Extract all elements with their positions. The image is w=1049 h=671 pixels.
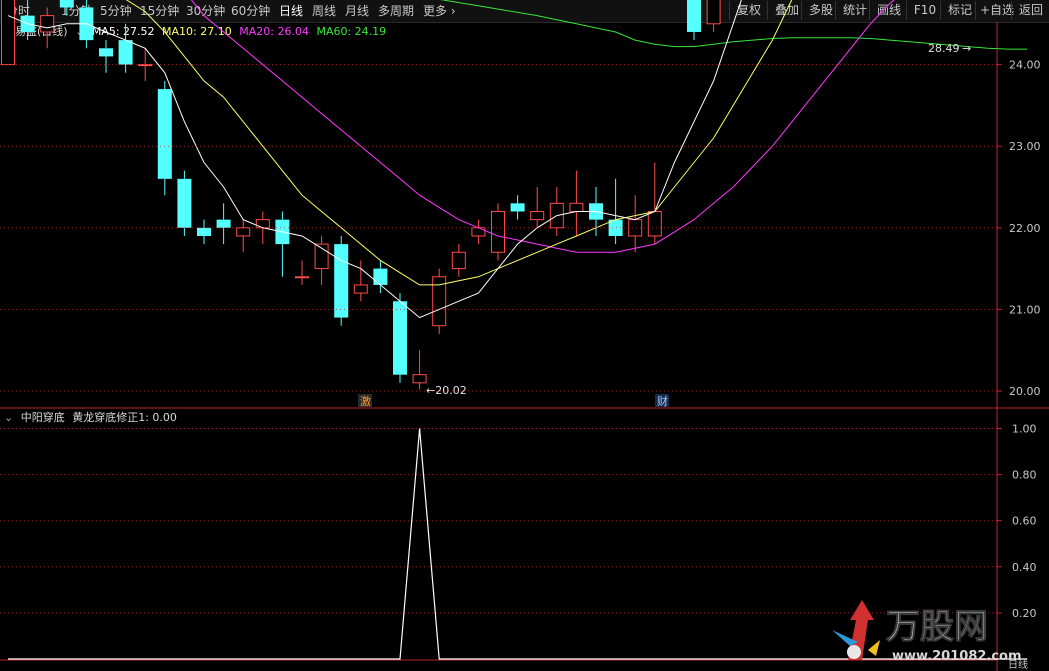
price-tick-label: 21.00 — [1009, 303, 1041, 316]
candle-down — [393, 301, 407, 375]
indicator-tick-label: 1.00 — [1012, 423, 1037, 436]
price-tick-label: 22.00 — [1009, 222, 1041, 235]
candle-up — [451, 251, 466, 270]
candle-up — [40, 15, 55, 33]
price-tick-label: 20.00 — [1009, 385, 1041, 398]
candle-up — [255, 219, 270, 229]
price-axis: 20.0021.0022.0023.0024.0025.0026.0027.00… — [0, 59, 1041, 398]
candle-down — [177, 178, 192, 228]
watermark-brand: 万股网 — [886, 607, 988, 647]
candle-up — [647, 210, 662, 237]
price-tick-label: 24.00 — [1009, 59, 1041, 72]
marker-ji: 激 — [360, 394, 371, 408]
candle-down — [197, 227, 211, 236]
marker-cai: 财 — [657, 394, 668, 408]
low-price-label: ←20.02 — [426, 384, 467, 397]
bull-logo-icon — [832, 600, 880, 660]
candle-down — [373, 268, 388, 285]
candle-up — [530, 210, 545, 221]
price-chart[interactable]: 20.0021.0022.0023.0024.0025.0026.0027.00… — [0, 0, 1049, 671]
ma60-line — [440, 0, 1028, 50]
candle-down — [510, 203, 525, 212]
high-price-label: 28.49 — [928, 42, 960, 55]
price-tick-label: 23.00 — [1009, 140, 1041, 153]
watermark: 万股网 www.201082.com — [832, 600, 1022, 664]
candle-up — [628, 219, 643, 237]
candle-down — [118, 40, 133, 65]
watermark-url: www.201082.com — [892, 649, 1022, 664]
candle-down — [59, 0, 74, 8]
indicator-tick-label: 0.40 — [1012, 561, 1037, 574]
candle-up — [491, 210, 505, 253]
candle-up — [1, 0, 15, 66]
indicator-tick-label: 0.60 — [1012, 515, 1037, 528]
high-arrow-icon: → — [962, 42, 971, 55]
candle-down — [687, 0, 701, 32]
candle-up — [706, 0, 721, 25]
candle-up — [412, 374, 427, 384]
candlestick-series — [1, 0, 721, 390]
candle-up — [471, 227, 486, 237]
candle-up — [295, 276, 309, 279]
candle-down — [99, 48, 113, 57]
candle-down — [334, 244, 349, 318]
candle-down — [157, 89, 172, 179]
candle-down — [216, 219, 231, 228]
candle-up — [236, 227, 251, 237]
chart-annotations: ←20.02 28.49 → 激 财 日线 — [358, 42, 1028, 671]
chart-frame — [0, 22, 1049, 671]
candle-up — [569, 202, 584, 212]
indicator-tick-label: 0.80 — [1012, 469, 1037, 482]
candle-up — [353, 284, 368, 294]
